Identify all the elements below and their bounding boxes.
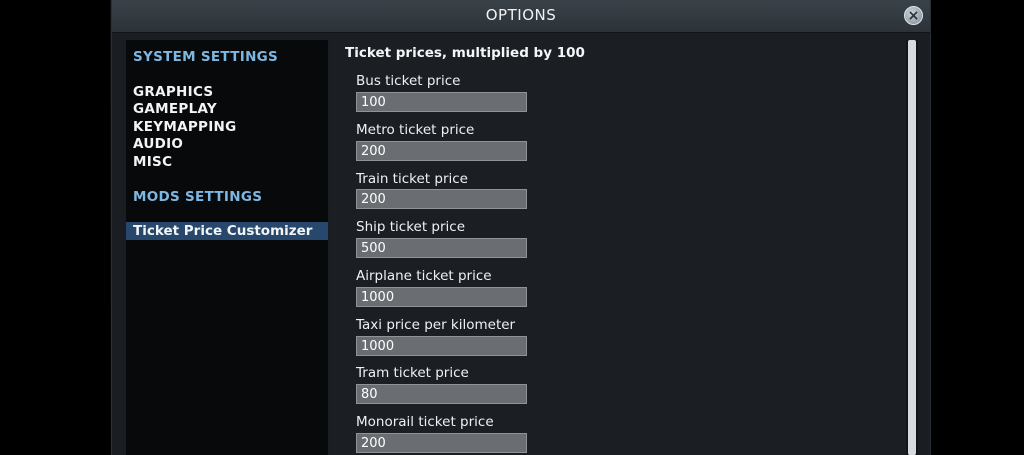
sidebar-item-ticket-price-customizer[interactable]: Ticket Price Customizer xyxy=(126,222,328,240)
tram-price-input[interactable]: 80 xyxy=(356,384,527,404)
letterbox-right xyxy=(930,0,1024,455)
monorail-price-input[interactable]: 200 xyxy=(356,433,527,453)
tram-price-label: Tram ticket price xyxy=(356,365,469,381)
train-price-label: Train ticket price xyxy=(356,171,468,187)
system-settings-heading: SYSTEM SETTINGS xyxy=(133,49,279,65)
taxi-price-label: Taxi price per kilometer xyxy=(356,317,516,333)
settings-sidebar: SYSTEM SETTINGS GRAPHICS GAMEPLAY KEYMAP… xyxy=(126,40,328,455)
sidebar-item-audio[interactable]: AUDIO xyxy=(133,136,183,153)
sidebar-item-graphics[interactable]: GRAPHICS xyxy=(133,84,213,101)
title-bar: OPTIONS × xyxy=(112,0,930,33)
window-title: OPTIONS xyxy=(485,6,557,24)
mods-settings-heading: MODS SETTINGS xyxy=(133,189,263,205)
close-icon: × xyxy=(907,8,920,24)
settings-content: Ticket prices, multiplied by 100 Bus tic… xyxy=(330,40,906,455)
ship-price-input[interactable]: 500 xyxy=(356,238,527,258)
close-button[interactable]: × xyxy=(904,6,923,25)
ship-price-label: Ship ticket price xyxy=(356,219,466,235)
scrollbar-thumb[interactable] xyxy=(908,40,916,455)
bus-price-label: Bus ticket price xyxy=(356,73,461,89)
content-heading: Ticket prices, multiplied by 100 xyxy=(345,45,585,61)
bus-price-input[interactable]: 100 xyxy=(356,92,527,112)
sidebar-item-keymapping[interactable]: KEYMAPPING xyxy=(133,119,237,136)
airplane-price-label: Airplane ticket price xyxy=(356,268,492,284)
taxi-price-input[interactable]: 1000 xyxy=(356,336,527,356)
metro-price-input[interactable]: 200 xyxy=(356,141,527,161)
sidebar-item-gameplay[interactable]: GAMEPLAY xyxy=(133,101,217,118)
sidebar-item-label: Ticket Price Customizer xyxy=(133,223,313,239)
options-window: OPTIONS × SYSTEM SETTINGS GRAPHICS GAMEP… xyxy=(111,0,931,455)
train-price-input[interactable]: 200 xyxy=(356,189,527,209)
sidebar-item-misc[interactable]: MISC xyxy=(133,154,172,171)
monorail-price-label: Monorail ticket price xyxy=(356,414,494,430)
content-scrollbar[interactable] xyxy=(906,40,918,455)
metro-price-label: Metro ticket price xyxy=(356,122,475,138)
airplane-price-input[interactable]: 1000 xyxy=(356,287,527,307)
letterbox-left xyxy=(0,0,110,455)
